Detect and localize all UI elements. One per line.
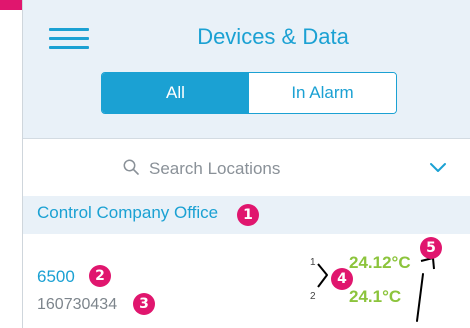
- device-list-item[interactable]: 6500 2 160730434 3 1 24.12°C 2 24.1°C 4 …: [23, 237, 470, 328]
- hamburger-menu-icon[interactable]: [49, 28, 89, 50]
- filter-segmented-control: All In Alarm: [101, 72, 397, 114]
- reading-value-2: 24.1°C: [349, 287, 402, 306]
- tab-all[interactable]: All: [102, 73, 249, 113]
- search-locations-field[interactable]: Search Locations: [23, 150, 470, 190]
- location-header[interactable]: Control Company Office 1: [23, 196, 470, 234]
- tab-in-alarm[interactable]: In Alarm: [249, 73, 396, 113]
- phone-screen: Devices & Data All In Alarm Search Locat…: [22, 0, 470, 328]
- annotation-badge-5: 5: [420, 237, 442, 259]
- page-title: Devices & Data: [197, 24, 349, 49]
- annotation-badge-3: 3: [133, 293, 155, 315]
- annotation-badge-1: 1: [237, 204, 259, 226]
- reading-channel-2: 2: [310, 291, 316, 302]
- device-name: 6500: [37, 267, 75, 286]
- annotation-badge-4: 4: [331, 268, 353, 290]
- device-serial: 160730434: [37, 296, 118, 313]
- chevron-down-icon[interactable]: [429, 162, 447, 174]
- search-icon: [123, 159, 139, 175]
- reading-value-1: 24.12°C: [349, 253, 411, 272]
- search-placeholder: Search Locations: [149, 159, 281, 178]
- location-name: Control Company Office: [37, 203, 219, 222]
- reading-channel-1: 1: [310, 257, 316, 268]
- app-header: Devices & Data All In Alarm: [23, 0, 470, 139]
- annotation-badge-2: 2: [89, 265, 111, 287]
